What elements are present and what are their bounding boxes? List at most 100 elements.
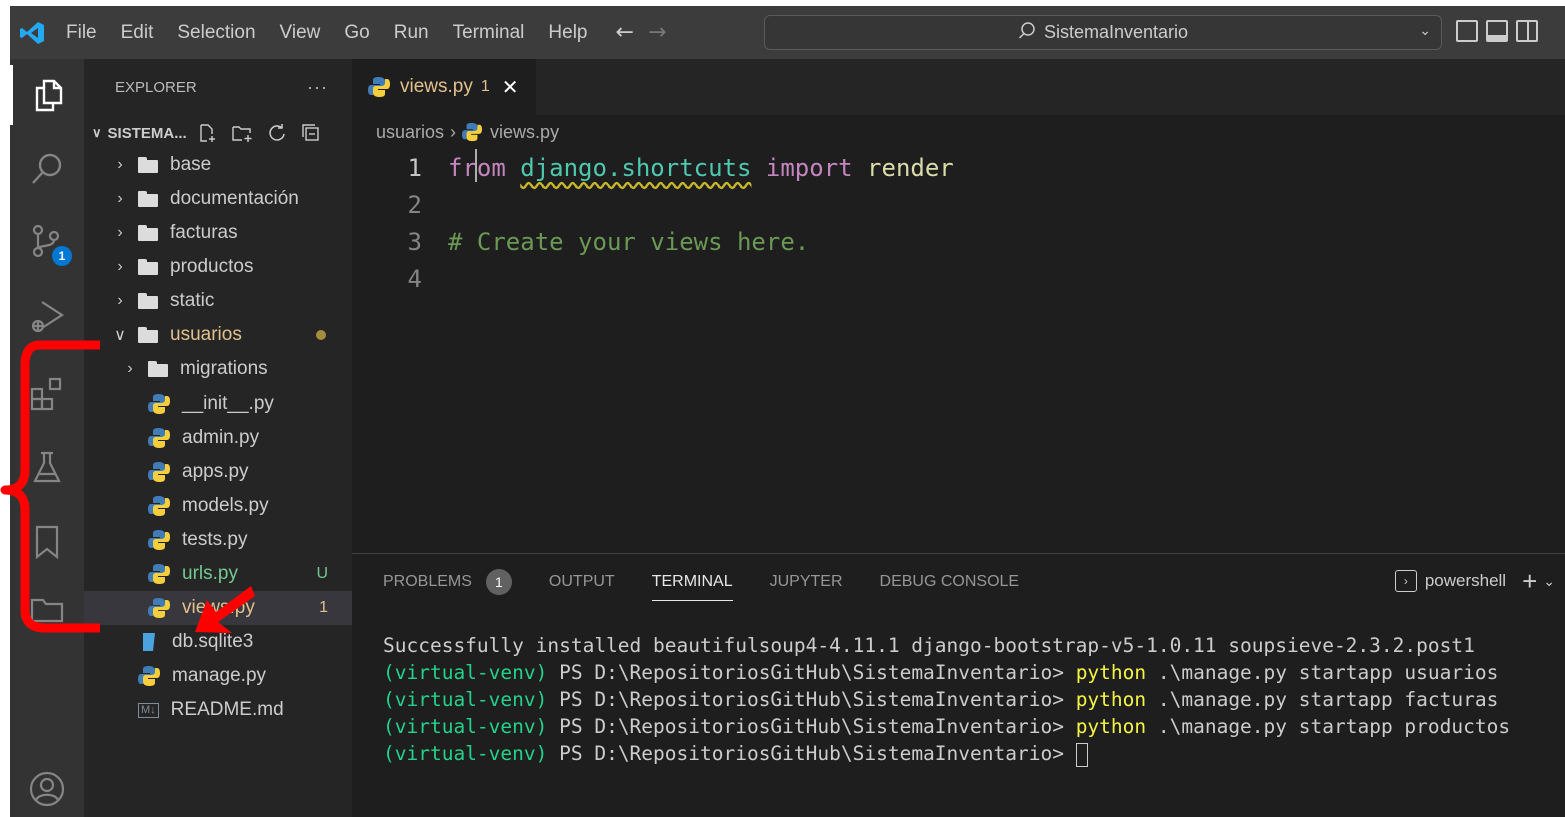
source-control-badge: 1 — [52, 246, 72, 266]
bookmarks-icon[interactable] — [10, 512, 84, 572]
tree-item-label: base — [170, 154, 212, 175]
tree-folder-facturas[interactable]: › facturas — [84, 216, 352, 250]
folder-icon — [138, 225, 160, 241]
python-command: python — [1075, 661, 1147, 684]
new-file-icon[interactable] — [197, 123, 217, 143]
folder-icon — [138, 157, 160, 173]
close-icon[interactable]: ✕ — [502, 75, 519, 100]
tab-views-py[interactable]: views.py 1 ✕ — [352, 59, 536, 115]
module-name: django.shortcuts — [520, 153, 752, 182]
collapse-all-icon[interactable] — [301, 123, 321, 143]
tab-problems[interactable]: PROBLEMS 1 — [383, 569, 512, 595]
tree-folder-migrations[interactable]: › migrations — [84, 352, 352, 386]
menu-selection[interactable]: Selection — [165, 6, 267, 59]
new-terminal-icon[interactable]: + — [1522, 568, 1537, 594]
tree-file-db-sqlite3[interactable]: db.sqlite3 — [84, 625, 352, 659]
tree-item-label: tests.py — [182, 529, 248, 550]
tree-folder-documentacion[interactable]: › documentación — [84, 182, 352, 216]
folder-icon — [138, 293, 160, 309]
menu-view[interactable]: View — [268, 6, 333, 59]
menu-file[interactable]: File — [54, 6, 109, 59]
code-line: 2 — [352, 186, 1565, 223]
menu-terminal[interactable]: Terminal — [441, 6, 537, 59]
panel-tabs: PROBLEMS 1 OUTPUT TERMINAL JUPYTER DEBUG… — [352, 554, 1565, 610]
forward-arrow-icon[interactable]: → — [648, 20, 666, 45]
tree-item-label: views.py — [182, 597, 255, 618]
code-editor[interactable]: 1 from django.shortcuts import render 2 … — [352, 149, 1565, 297]
command-args: .\manage.py startapp productos — [1146, 715, 1511, 738]
chevron-right-icon: › — [117, 190, 123, 207]
tree-folder-base[interactable]: › base — [84, 148, 352, 182]
chevron-down-icon[interactable]: ⌄ — [1419, 22, 1431, 39]
extensions-icon[interactable] — [10, 364, 84, 424]
chevron-right-icon: › — [127, 360, 133, 377]
explorer-header: EXPLORER ··· — [84, 59, 352, 115]
account-icon[interactable] — [10, 759, 84, 817]
tab-terminal[interactable]: TERMINAL — [651, 573, 733, 601]
breadcrumb-folder[interactable]: usuarios — [376, 122, 444, 143]
tree-item-label: documentación — [170, 188, 299, 209]
terminal-actions: › powershell + ⌄ — [1394, 568, 1555, 594]
code-comment: # Create your views here. — [448, 227, 810, 256]
breadcrumb-file[interactable]: views.py — [490, 122, 559, 143]
tree-folder-static[interactable]: › static — [84, 284, 352, 318]
tab-output[interactable]: OUTPUT — [549, 573, 615, 591]
menu-help[interactable]: Help — [536, 6, 599, 59]
tree-item-label: admin.py — [182, 427, 260, 448]
editor-tabs: views.py 1 ✕ — [352, 59, 1565, 115]
tree-file-tests[interactable]: tests.py — [84, 523, 352, 557]
explorer-icon[interactable] — [10, 65, 84, 125]
toggle-secondary-sidebar-icon[interactable] — [1516, 20, 1538, 42]
menu-go[interactable]: Go — [332, 6, 381, 59]
title-bar: File Edit Selection View Go Run Terminal… — [10, 6, 1565, 59]
tree-file-models[interactable]: models.py — [84, 489, 352, 523]
tree-file-manage[interactable]: manage.py — [84, 659, 352, 693]
folder-icon — [148, 361, 170, 377]
tab-jupyter[interactable]: JUPYTER — [770, 573, 843, 591]
venv-label: (virtual-venv) — [383, 661, 548, 684]
more-actions-icon[interactable]: ··· — [307, 77, 328, 98]
source-control-icon[interactable] — [10, 211, 84, 271]
editor-group: views.py 1 ✕ usuarios › views.py 1 from … — [352, 59, 1565, 553]
code-line: 3 # Create your views here. — [352, 223, 1565, 260]
python-file-icon — [148, 598, 170, 618]
tree-file-init[interactable]: __init__.py — [84, 387, 352, 421]
tree-file-urls[interactable]: urls.py U — [84, 557, 352, 591]
tab-debug-console[interactable]: DEBUG CONSOLE — [880, 573, 1020, 591]
tree-file-views[interactable]: views.py 1 — [84, 591, 352, 625]
back-arrow-icon[interactable]: ← — [616, 20, 634, 45]
run-debug-icon[interactable] — [10, 287, 84, 347]
toggle-sidebar-icon[interactable] — [1456, 20, 1478, 42]
database-file-icon — [143, 633, 155, 651]
command-args: .\manage.py startapp facturas — [1146, 688, 1499, 711]
toggle-panel-icon[interactable] — [1486, 20, 1508, 42]
python-file-icon — [148, 530, 170, 550]
workspace-root[interactable]: ∨ SISTEMA... — [84, 118, 352, 148]
explorer-actions — [197, 123, 321, 143]
terminal-output[interactable]: Successfully installed beautifulsoup4-4.… — [352, 610, 1565, 767]
command-center-search[interactable]: SistemaInventario ⌄ — [764, 15, 1442, 50]
prompt-path: PS D:\RepositoriosGitHub\SistemaInventar… — [547, 715, 1076, 738]
tree-folder-usuarios[interactable]: ∨ usuarios — [84, 318, 352, 352]
testing-icon[interactable] — [10, 437, 84, 497]
markdown-file-icon: M↓ — [138, 702, 159, 718]
remote-explorer-icon[interactable] — [10, 579, 84, 639]
menu-edit[interactable]: Edit — [109, 6, 166, 59]
menu-run[interactable]: Run — [382, 6, 441, 59]
tree-file-admin[interactable]: admin.py — [84, 421, 352, 455]
chevron-down-icon[interactable]: ⌄ — [1543, 573, 1555, 590]
refresh-icon[interactable] — [267, 123, 287, 143]
tree-file-readme[interactable]: M↓ README.md — [84, 693, 352, 727]
tree-file-apps[interactable]: apps.py — [84, 455, 352, 489]
explorer-sidebar: EXPLORER ··· ∨ SISTEMA... › base › docum… — [84, 59, 352, 817]
tab-problems-count: 1 — [480, 78, 490, 95]
chevron-right-icon: › — [117, 224, 123, 241]
tree-item-label: db.sqlite3 — [172, 631, 254, 652]
terminal-shell-label[interactable]: powershell — [1425, 571, 1506, 591]
new-folder-icon[interactable] — [231, 123, 253, 143]
chevron-down-icon: ∨ — [114, 327, 126, 344]
breadcrumb-separator: › — [450, 121, 457, 142]
tree-folder-productos[interactable]: › productos — [84, 250, 352, 284]
search-icon[interactable] — [10, 139, 84, 199]
terminal-cursor — [1075, 742, 1088, 767]
